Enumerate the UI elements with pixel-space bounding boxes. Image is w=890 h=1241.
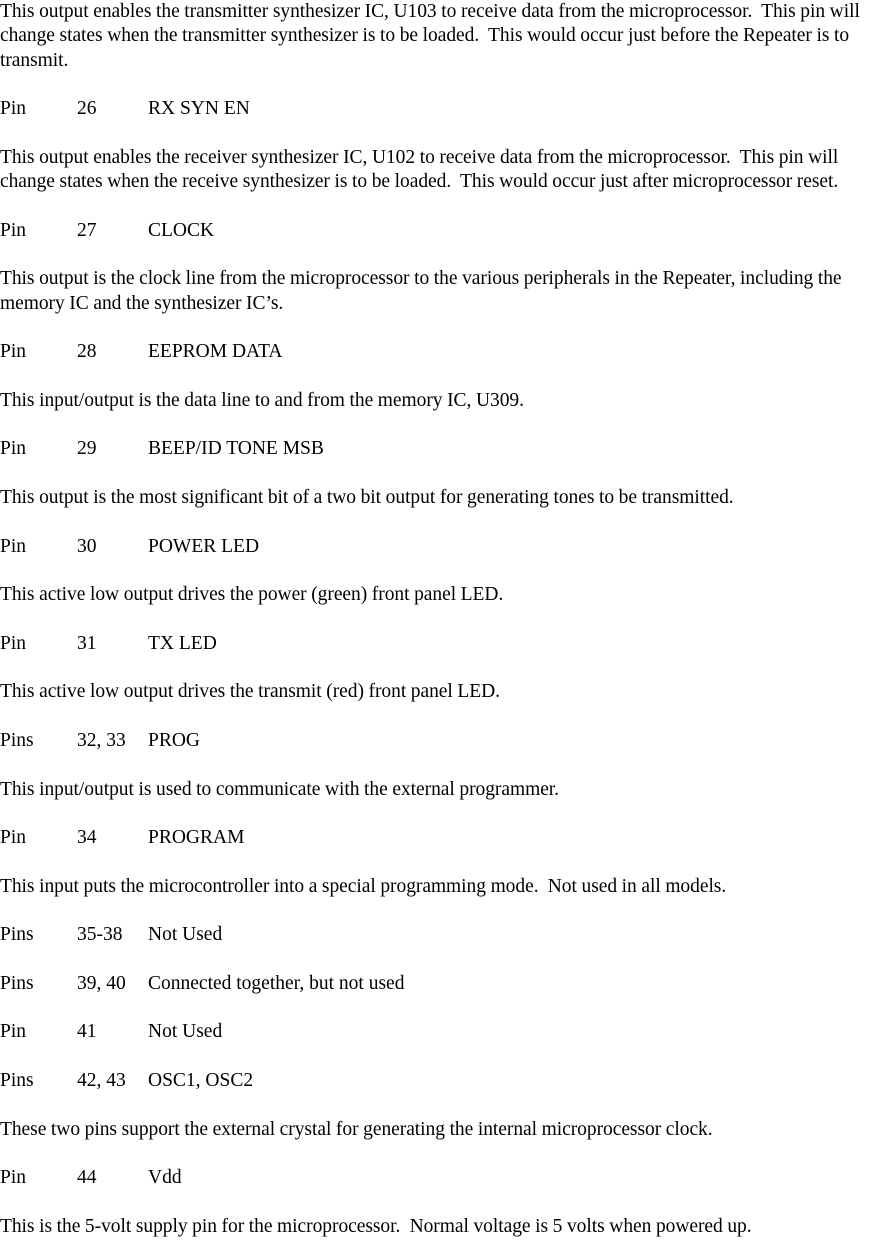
pin-entry-signal-name: Connected together, but not used — [148, 972, 405, 994]
pin-entry-kind: Pin — [0, 827, 27, 849]
body-paragraph: This input/output is used to communicate… — [0, 778, 560, 800]
pin-entry-number: 26 — [77, 98, 97, 120]
body-paragraph: This output enables the transmitter synt… — [0, 1, 865, 71]
document-page: This output enables the transmitter synt… — [0, 0, 890, 1241]
pin-entry-number: 41 — [77, 1021, 97, 1043]
pin-entry-row: Pins 42, 43 OSC1, OSC2 — [0, 1069, 890, 1093]
pin-entry-row: Pin 28 EEPROM DATA — [0, 340, 890, 364]
pin-entry-row: Pin 30 POWER LED — [0, 535, 890, 559]
pin-entry-signal-name: CLOCK — [148, 219, 215, 241]
body-paragraph: This output is the most significant bit … — [0, 486, 734, 508]
body-paragraph: This output enables the receiver synthes… — [0, 146, 843, 193]
pin-entry-row: Pin 26 RX SYN EN — [0, 97, 890, 121]
pin-entry-signal-name: BEEP/ID TONE MSB — [148, 438, 324, 460]
pin-entry-row: Pin 41 Not Used — [0, 1020, 890, 1044]
pin-entry-row: Pins 35-38 Not Used — [0, 923, 890, 947]
pin-entry-number: 28 — [77, 341, 97, 363]
body-paragraph: This output is the clock line from the m… — [0, 268, 847, 314]
body-paragraph: This active low output drives the transm… — [0, 681, 500, 703]
pin-entry-row: Pin 29 BEEP/ID TONE MSB — [0, 437, 890, 461]
pin-entry-row: Pin 44 Vdd — [0, 1166, 890, 1190]
pin-entry-signal-name: Vdd — [148, 1167, 182, 1189]
pin-entry-number: 44 — [77, 1167, 97, 1189]
pin-entry-number: 42, 43 — [77, 1070, 126, 1092]
pin-entry-row: Pin 27 CLOCK — [0, 219, 890, 243]
pin-entry-signal-name: EEPROM DATA — [148, 341, 283, 363]
pin-entry-kind: Pin — [0, 1021, 27, 1043]
pin-entry-signal-name: Not Used — [148, 924, 223, 946]
pin-entry-kind: Pins — [0, 729, 34, 751]
body-paragraph: These two pins support the external crys… — [0, 1118, 713, 1140]
body-paragraph: This is the 5-volt supply pin for the mi… — [0, 1215, 752, 1237]
pin-entry-signal-name: OSC1, OSC2 — [148, 1070, 254, 1092]
pin-entry-kind: Pin — [0, 438, 27, 460]
pin-entry-signal-name: Not Used — [148, 1021, 223, 1043]
pin-entry-number: 32, 33 — [77, 729, 126, 751]
pin-entry-row: Pins 39, 40 Connected together, but not us… — [0, 972, 890, 996]
pin-entry-number: 31 — [77, 632, 97, 654]
pin-entry-row: Pins 32, 33 PROG — [0, 729, 890, 753]
pin-entry-kind: Pin — [0, 98, 27, 120]
pin-entry-number: 39, 40 — [77, 972, 126, 994]
pin-entry-signal-name: PROGRAM — [148, 827, 245, 849]
body-paragraph: This input/output is the data line to an… — [0, 389, 524, 411]
pin-entry-kind: Pins — [0, 972, 34, 994]
pin-entry-row: Pin 31 TX LED — [0, 632, 890, 656]
pin-entry-signal-name: PROG — [148, 729, 201, 751]
pin-entry-kind: Pin — [0, 341, 27, 363]
pin-entry-signal-name: RX SYN EN — [148, 98, 250, 120]
pin-entry-row: Pin 34 PROGRAM — [0, 826, 890, 850]
pin-entry-number: 27 — [77, 219, 97, 241]
pin-entry-kind: Pins — [0, 1070, 34, 1092]
pin-entry-number: 35-38 — [77, 924, 123, 946]
pin-entry-number: 30 — [77, 535, 97, 557]
pin-entry-kind: Pin — [0, 219, 27, 241]
pin-entry-kind: Pin — [0, 632, 27, 654]
pin-entry-number: 34 — [77, 827, 97, 849]
pin-entry-kind: Pins — [0, 924, 34, 946]
pin-entry-kind: Pin — [0, 535, 27, 557]
document-text-body: This output enables the transmitter synt… — [0, 0, 890, 1239]
body-paragraph: This active low output drives the power … — [0, 584, 504, 606]
pin-entry-signal-name: TX LED — [148, 632, 217, 654]
pin-entry-number: 29 — [77, 438, 97, 460]
body-paragraph: This input puts the microcontroller into… — [0, 875, 727, 897]
pin-entry-kind: Pin — [0, 1167, 27, 1189]
pin-entry-signal-name: POWER LED — [148, 535, 260, 557]
